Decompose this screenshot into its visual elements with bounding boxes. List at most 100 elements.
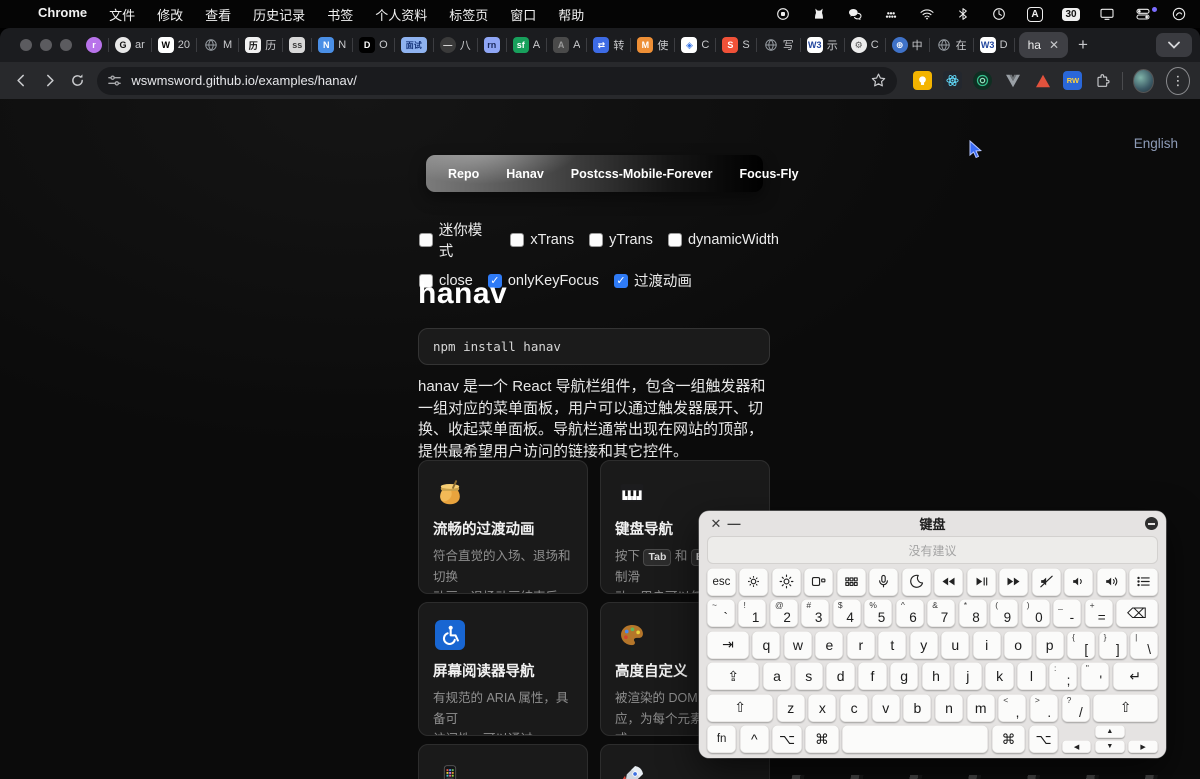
key-list[interactable] xyxy=(1129,568,1158,596)
key-⇥[interactable]: ⇥ xyxy=(707,631,749,659)
menu-item-chrome[interactable]: Chrome xyxy=(38,5,87,24)
pinned-tab-swift[interactable]: SS xyxy=(716,28,755,62)
key-t[interactable]: t xyxy=(878,631,906,659)
traffic-light-zoom[interactable] xyxy=(60,39,72,51)
key-u[interactable]: u xyxy=(941,631,969,659)
red-triangle-extension-icon[interactable] xyxy=(1033,71,1052,90)
pinned-tab-w3[interactable]: W3示 xyxy=(801,28,844,62)
forward-button[interactable] xyxy=(38,67,62,95)
key-arrow-left[interactable]: ◀ xyxy=(1062,740,1092,753)
key-arrow-up[interactable]: ▲ xyxy=(1095,725,1125,738)
pinned-tab-wikipedia[interactable]: W20 xyxy=(152,28,196,62)
screen-record-icon[interactable] xyxy=(772,4,794,24)
time-machine-icon[interactable] xyxy=(988,4,1010,24)
key-a[interactable]: a xyxy=(763,662,791,690)
key-arrow-right[interactable]: ▶ xyxy=(1128,740,1158,753)
pinned-tab-gray[interactable]: AA xyxy=(547,28,586,62)
traffic-light-close[interactable] xyxy=(20,39,32,51)
bluetooth-icon[interactable] xyxy=(952,4,974,24)
key-b[interactable]: b xyxy=(903,694,931,722)
pinned-tab-history[interactable]: 历历 xyxy=(239,28,282,62)
menu-item-6[interactable]: 个人资料 xyxy=(375,5,427,24)
key-e[interactable]: e xyxy=(815,631,843,659)
pinned-tab-m-orange[interactable]: M使 xyxy=(631,28,674,62)
nav-item-hanav[interactable]: Hanav xyxy=(506,167,544,181)
key-⌘[interactable]: ⌘ xyxy=(992,725,1026,753)
nav-item-postcss-mobile-forever[interactable]: Postcss-Mobile-Forever xyxy=(571,167,713,181)
pinned-tab-gear[interactable]: ⚙C xyxy=(845,28,885,62)
tab-search-button[interactable] xyxy=(1156,33,1192,57)
key-rew[interactable] xyxy=(934,568,963,596)
browser-menu-button[interactable]: ⋮ xyxy=(1166,67,1190,95)
menu-item-3[interactable]: 查看 xyxy=(205,5,231,24)
key-⌥[interactable]: ⌥ xyxy=(772,725,801,753)
key-5[interactable]: %5 xyxy=(864,599,892,627)
wechat-icon[interactable] xyxy=(844,4,866,24)
keep-extension-icon[interactable] xyxy=(913,71,932,90)
key-2[interactable]: @2 xyxy=(770,599,798,627)
key-esc[interactable]: esc xyxy=(707,568,736,596)
profile-avatar[interactable] xyxy=(1133,69,1154,93)
key-⇪[interactable]: ⇪ xyxy=(707,662,759,690)
key-9[interactable]: (9 xyxy=(990,599,1018,627)
key-mic[interactable] xyxy=(869,568,898,596)
key-7[interactable]: &7 xyxy=(927,599,955,627)
language-link[interactable]: English xyxy=(1134,136,1178,151)
key-dim[interactable] xyxy=(739,568,768,596)
key-;[interactable]: :; xyxy=(1049,662,1077,690)
pinned-tab-shield[interactable]: ⊕中 xyxy=(886,28,929,62)
key-stage[interactable] xyxy=(804,568,833,596)
checkbox-xTrans[interactable]: xTrans xyxy=(510,232,574,248)
checkbox-box[interactable] xyxy=(589,233,603,247)
traffic-light-minimize[interactable] xyxy=(40,39,52,51)
pinned-tab-blue-sq[interactable]: ⇄转 xyxy=(587,28,630,62)
key-play[interactable] xyxy=(967,568,996,596)
key-⇧[interactable]: ⇧ xyxy=(707,694,773,722)
key-arrow-down[interactable]: ▼ xyxy=(1095,740,1125,753)
pinned-tab-layers[interactable]: ◈C xyxy=(675,28,715,62)
key-l[interactable]: l xyxy=(1017,662,1045,690)
checkbox-过渡动画[interactable]: ✓过渡动画 xyxy=(614,270,692,291)
keyboard-backlight-icon[interactable] xyxy=(880,4,902,24)
key-m[interactable]: m xyxy=(967,694,995,722)
pinned-tab-mianshi[interactable]: 面试 xyxy=(395,28,433,62)
key-o[interactable]: o xyxy=(1004,631,1032,659)
key-3[interactable]: #3 xyxy=(801,599,829,627)
key-p[interactable]: p xyxy=(1036,631,1064,659)
menu-item-5[interactable]: 书签 xyxy=(327,5,353,24)
vue-devtools-icon[interactable] xyxy=(1003,71,1022,90)
active-tab[interactable]: ha ✕ xyxy=(1019,32,1068,58)
extensions-puzzle-icon[interactable] xyxy=(1093,71,1112,90)
keyboard-collapse-button[interactable] xyxy=(1145,517,1158,530)
key-bright[interactable] xyxy=(772,568,801,596)
key-d[interactable]: d xyxy=(826,662,854,690)
display-icon[interactable] xyxy=(1096,4,1118,24)
key-moon[interactable] xyxy=(902,568,931,596)
key-k[interactable]: k xyxy=(985,662,1013,690)
key-c[interactable]: c xyxy=(840,694,868,722)
key-space[interactable] xyxy=(842,725,988,753)
key-vol1[interactable] xyxy=(1064,568,1093,596)
siri-icon[interactable] xyxy=(1168,4,1190,24)
key-n[interactable]: n xyxy=(935,694,963,722)
pinned-tab-github[interactable]: Gar xyxy=(109,28,151,62)
green-rings-extension-icon[interactable] xyxy=(973,71,992,90)
key-x[interactable]: x xyxy=(808,694,836,722)
nav-item-focus-fly[interactable]: Focus-Fly xyxy=(740,167,799,181)
nav-item-repo[interactable]: Repo xyxy=(448,167,479,181)
checkbox-box[interactable] xyxy=(668,233,682,247)
key-0[interactable]: )0 xyxy=(1022,599,1050,627)
key-h[interactable]: h xyxy=(922,662,950,690)
key-][interactable]: }] xyxy=(1099,631,1127,659)
pinned-tab-globe[interactable]: M xyxy=(197,28,238,62)
key-'[interactable]: "' xyxy=(1081,662,1109,690)
key-mute[interactable] xyxy=(1032,568,1061,596)
key-,[interactable]: <, xyxy=(998,694,1026,722)
key-/[interactable]: ?/ xyxy=(1062,694,1090,722)
pinned-tab-sf[interactable]: sfA xyxy=(507,28,546,62)
checkbox-box[interactable] xyxy=(419,233,433,247)
key-v[interactable]: v xyxy=(872,694,900,722)
pinned-tab-ss[interactable]: ss xyxy=(283,28,311,62)
menu-item-2[interactable]: 修改 xyxy=(157,5,183,24)
pinned-tab-d-black[interactable]: DO xyxy=(353,28,394,62)
